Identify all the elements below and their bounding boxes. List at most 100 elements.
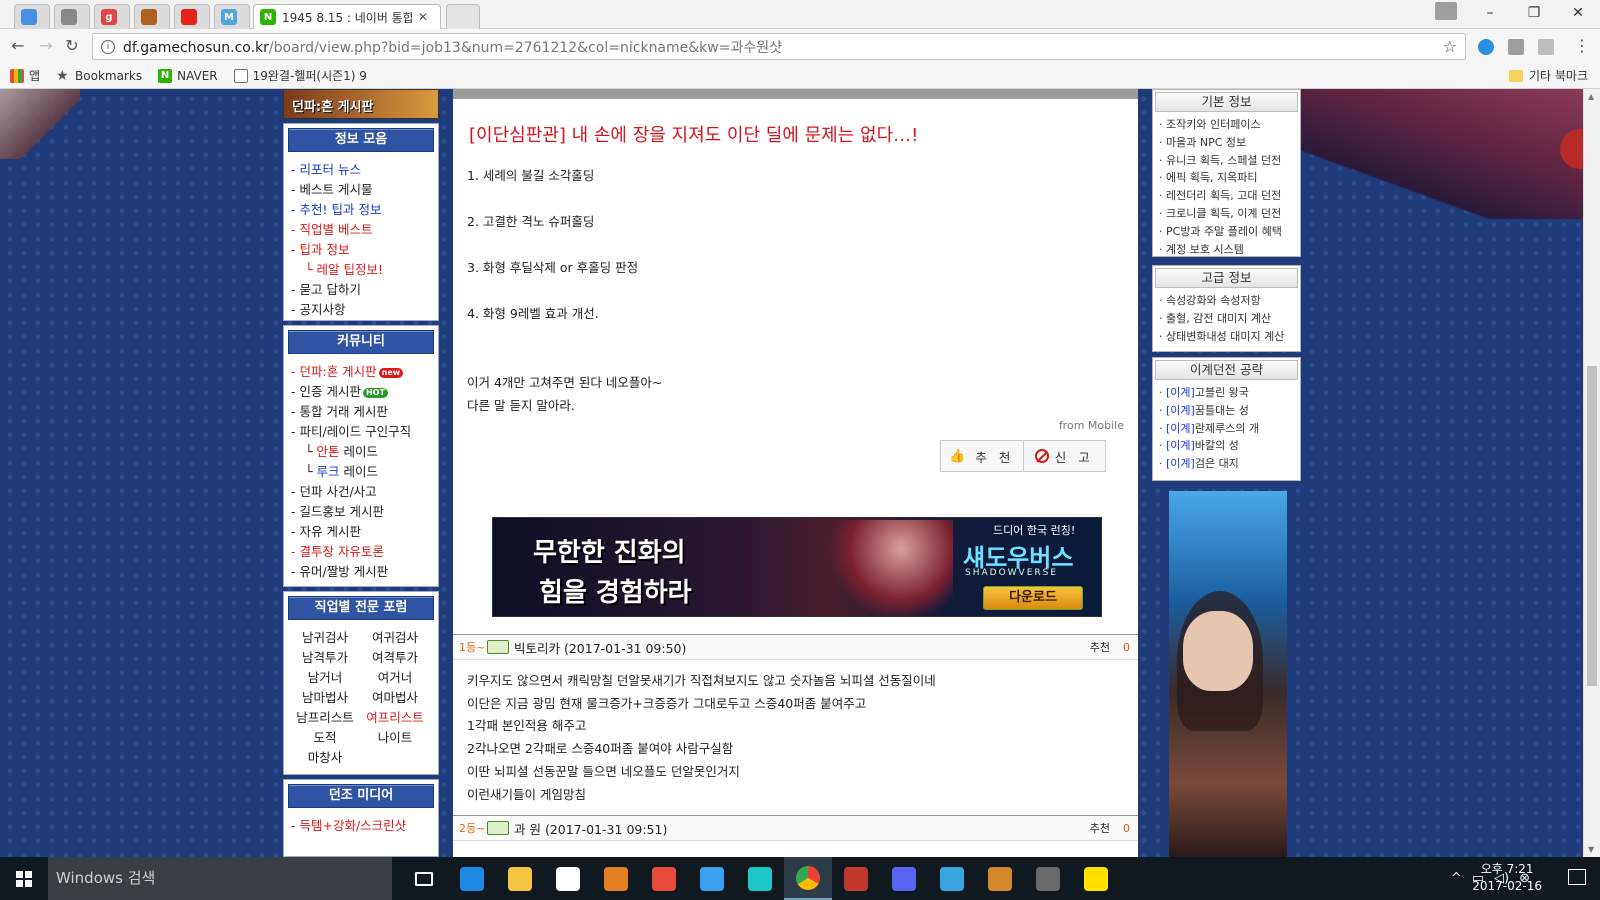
edge-taskbar-button[interactable] [448,857,496,900]
start-button[interactable] [0,857,48,900]
download-ext-icon[interactable] [1478,39,1494,55]
comment-author[interactable]: 과 원 (2017-01-31 09:51) [514,819,667,838]
new-tab-button[interactable] [446,4,480,29]
shadowverse-ad-banner[interactable]: 무한한 진화의 힘을 경험하라 드디어 한국 런칭! 섀도우버스 SHADOWV… [492,517,1102,617]
job-forum-link[interactable]: 여격투가 [360,648,430,668]
u-app-taskbar-button[interactable] [640,857,688,900]
basic-info-link[interactable]: · 계정 보호 시스템 [1159,241,1300,259]
page-scrollbar[interactable]: ▲ ▼ [1583,89,1600,857]
community-menu-item[interactable]: - 던파 사건/사고 [291,482,438,502]
comment-recommend-label[interactable]: 추천 [1090,820,1110,836]
basic-info-link[interactable]: · 에픽 획득, 지옥파티 [1159,169,1300,187]
df-app-taskbar-button[interactable] [976,857,1024,900]
info-menu-item[interactable]: - 추천! 팁과 정보 [291,200,438,220]
advanced-info-link[interactable]: · 출혈, 감전 대미지 계산 [1159,310,1300,328]
community-menu-item[interactable]: - 던파:혼 게시판 new [291,362,438,382]
community-menu-item[interactable]: - 인증 게시판 HOT [291,382,438,402]
basic-info-link[interactable]: · PC방과 주말 플레이 혜택 [1159,223,1300,241]
info-menu-item[interactable]: - 직업별 베스트 [291,220,438,240]
job-forum-link[interactable]: 남거너 [290,668,360,688]
other-bookmarks[interactable]: 기타 북마크 [1508,67,1588,84]
browser-tab[interactable]: g [94,4,130,29]
board-banner[interactable]: 던파:혼 게시판 [283,89,439,119]
scrollbar-thumb[interactable] [1587,366,1597,686]
info-menu-item[interactable]: - 리포터 뉴스 [291,160,438,180]
bookmark-star-icon[interactable]: ☆ [1443,37,1457,56]
chrome-taskbar-button[interactable] [784,857,832,900]
media-menu-item[interactable]: - 득템+강화/스크린샷 [291,816,438,836]
report-button[interactable]: 신 고 [1024,441,1106,471]
profile-icon[interactable] [1435,2,1457,20]
site-info-icon[interactable]: i [101,39,115,54]
task-view-taskbar-button[interactable] [400,857,448,900]
bookmark-helper[interactable]: 19완결-헬퍼(시즌1) 9 [233,67,367,84]
tray-chevron-icon[interactable]: ^ [1451,871,1462,886]
advanced-info-link[interactable]: · 속성강화와 속성저항 [1159,292,1300,310]
ext-icon[interactable] [1538,39,1554,55]
ie-app-taskbar-button[interactable] [928,857,976,900]
minimize-button[interactable]: – [1468,0,1512,26]
recommend-button[interactable]: 👍 추 천 [941,441,1024,471]
scroll-up-arrow[interactable]: ▲ [1588,92,1594,101]
kakaotalk-taskbar-button[interactable] [1072,857,1120,900]
community-menu-item[interactable]: - 자유 게시판 [291,522,438,542]
job-forum-link[interactable]: 여마법사 [360,688,430,708]
job-forum-link[interactable]: 여거너 [360,668,430,688]
community-menu-item[interactable]: - 유머/짤방 게시판 [291,562,438,582]
basic-info-link[interactable]: · 마을과 NPC 정보 [1159,134,1300,152]
tab-close-icon[interactable]: ✕ [418,10,428,24]
browser-tab[interactable] [134,4,170,29]
community-menu-item[interactable]: └ 루크 레이드 [291,462,438,482]
comment-author[interactable]: 빅토리카 (2017-01-31 09:50) [514,638,686,657]
bookmark-naver[interactable]: N NAVER [158,68,218,83]
media-player-taskbar-button[interactable] [592,857,640,900]
play-app-taskbar-button[interactable] [688,857,736,900]
t-ext-icon[interactable] [1508,39,1524,55]
browser-tab[interactable]: M [214,4,250,29]
forward-arrow-icon[interactable]: → [36,36,56,55]
info-menu-item[interactable]: - 베스트 게시물 [291,180,438,200]
job-forum-link[interactable]: 남프리스트 [290,708,360,728]
job-forum-link[interactable]: 남격투가 [290,648,360,668]
bookmark-apps[interactable]: 앱 [10,67,40,84]
back-arrow-icon[interactable]: ← [8,36,28,55]
otherworld-guide-link[interactable]: · [이계]고블린 왕국 [1159,384,1300,402]
ad-download-button[interactable]: 다운로드 [983,586,1083,610]
browser-tab[interactable] [54,4,90,29]
game-app-taskbar-button[interactable] [832,857,880,900]
tiktok-app-taskbar-button[interactable] [736,857,784,900]
bookmark-bookmarks[interactable]: ★ Bookmarks [56,69,142,83]
nox-app-taskbar-button[interactable] [1024,857,1072,900]
community-menu-item[interactable]: - 결투장 자유토론 [291,542,438,562]
community-menu-item[interactable]: - 파티/레이드 구인구직 [291,422,438,442]
taskbar-clock[interactable]: 오후 7:21 2017-02-16 [1472,861,1542,895]
action-center-icon[interactable] [1568,869,1586,885]
basic-info-link[interactable]: · 조작키와 인터페이스 [1159,116,1300,134]
url-input[interactable]: i df.gamechosun.co.kr/board/view.php?bid… [92,33,1466,60]
basic-info-link[interactable]: · 유니크 획득, 스페셜 던전 [1159,152,1300,170]
job-forum-link[interactable]: 나이트 [360,728,430,748]
browser-tab[interactable]: N 1945 8.15 : 네이버 통합 ✕ [253,4,441,29]
otherworld-guide-link[interactable]: · [이계]란제루스의 개 [1159,420,1300,438]
community-menu-item[interactable]: └ 안톤 레이드 [291,442,438,462]
maximize-button[interactable]: ❐ [1512,0,1556,26]
browser-tab[interactable] [14,4,50,29]
community-menu-item[interactable]: - 통합 거래 게시판 [291,402,438,422]
taskbar-search[interactable]: Windows 검색 [48,857,392,900]
basic-info-link[interactable]: · 크로니클 획득, 이계 던전 [1159,205,1300,223]
scroll-down-arrow[interactable]: ▼ [1588,845,1594,854]
job-forum-link[interactable]: 남귀검사 [290,628,360,648]
store-taskbar-button[interactable] [544,857,592,900]
file-explorer-taskbar-button[interactable] [496,857,544,900]
job-forum-link[interactable]: 여귀검사 [360,628,430,648]
compass-app-taskbar-button[interactable] [880,857,928,900]
menu-dots-icon[interactable]: ⋮ [1572,36,1592,55]
info-menu-item[interactable]: - 공지사항 [291,300,438,320]
comment-recommend-label[interactable]: 추천 [1090,639,1110,655]
info-menu-item[interactable]: └ 레알 팁정보! [291,260,438,280]
close-window-button[interactable]: ✕ [1556,0,1600,26]
browser-tab[interactable] [174,4,210,29]
job-forum-link[interactable]: 마창사 [290,748,360,768]
otherworld-guide-link[interactable]: · [이계]바칼의 성 [1159,437,1300,455]
job-forum-link[interactable]: 여프리스트 [360,708,430,728]
